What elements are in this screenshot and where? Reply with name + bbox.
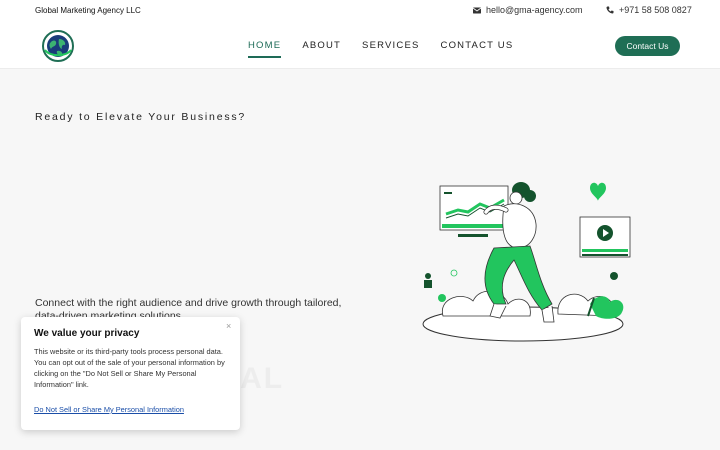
phone-link[interactable]: +971 58 508 0827 [606, 5, 692, 15]
main-nav: HOME ABOUT SERVICES CONTACT US [248, 40, 534, 58]
envelope-icon [473, 7, 481, 13]
do-not-sell-link[interactable]: Do Not Sell or Share My Personal Informa… [34, 405, 184, 414]
contact-us-button[interactable]: Contact Us [615, 36, 680, 56]
company-name: Global Marketing Agency LLC [35, 6, 141, 15]
nav-about[interactable]: ABOUT [302, 40, 341, 58]
phone-text: +971 58 508 0827 [619, 5, 692, 15]
hero-illustration [422, 182, 631, 342]
nav-home[interactable]: HOME [248, 40, 282, 58]
top-bar: Global Marketing Agency LLC hello@gma-ag… [0, 0, 720, 22]
nav-contact-us[interactable]: CONTACT US [441, 40, 514, 58]
email-link[interactable]: hello@gma-agency.com [473, 5, 583, 15]
cookie-body-text: This website or its third-party tools pr… [34, 347, 225, 389]
nav-services[interactable]: SERVICES [362, 40, 419, 58]
email-text: hello@gma-agency.com [486, 5, 583, 15]
cookie-consent-dialog: We value your privacy × This website or … [21, 317, 240, 430]
globe-logo[interactable] [42, 30, 74, 62]
site-header: HOME ABOUT SERVICES CONTACT US Contact U… [0, 22, 720, 69]
phone-icon [606, 6, 614, 14]
close-icon[interactable]: × [226, 321, 231, 331]
cookie-title: We value your privacy [34, 328, 140, 339]
hero-tagline: Ready to Elevate Your Business? [35, 111, 247, 123]
